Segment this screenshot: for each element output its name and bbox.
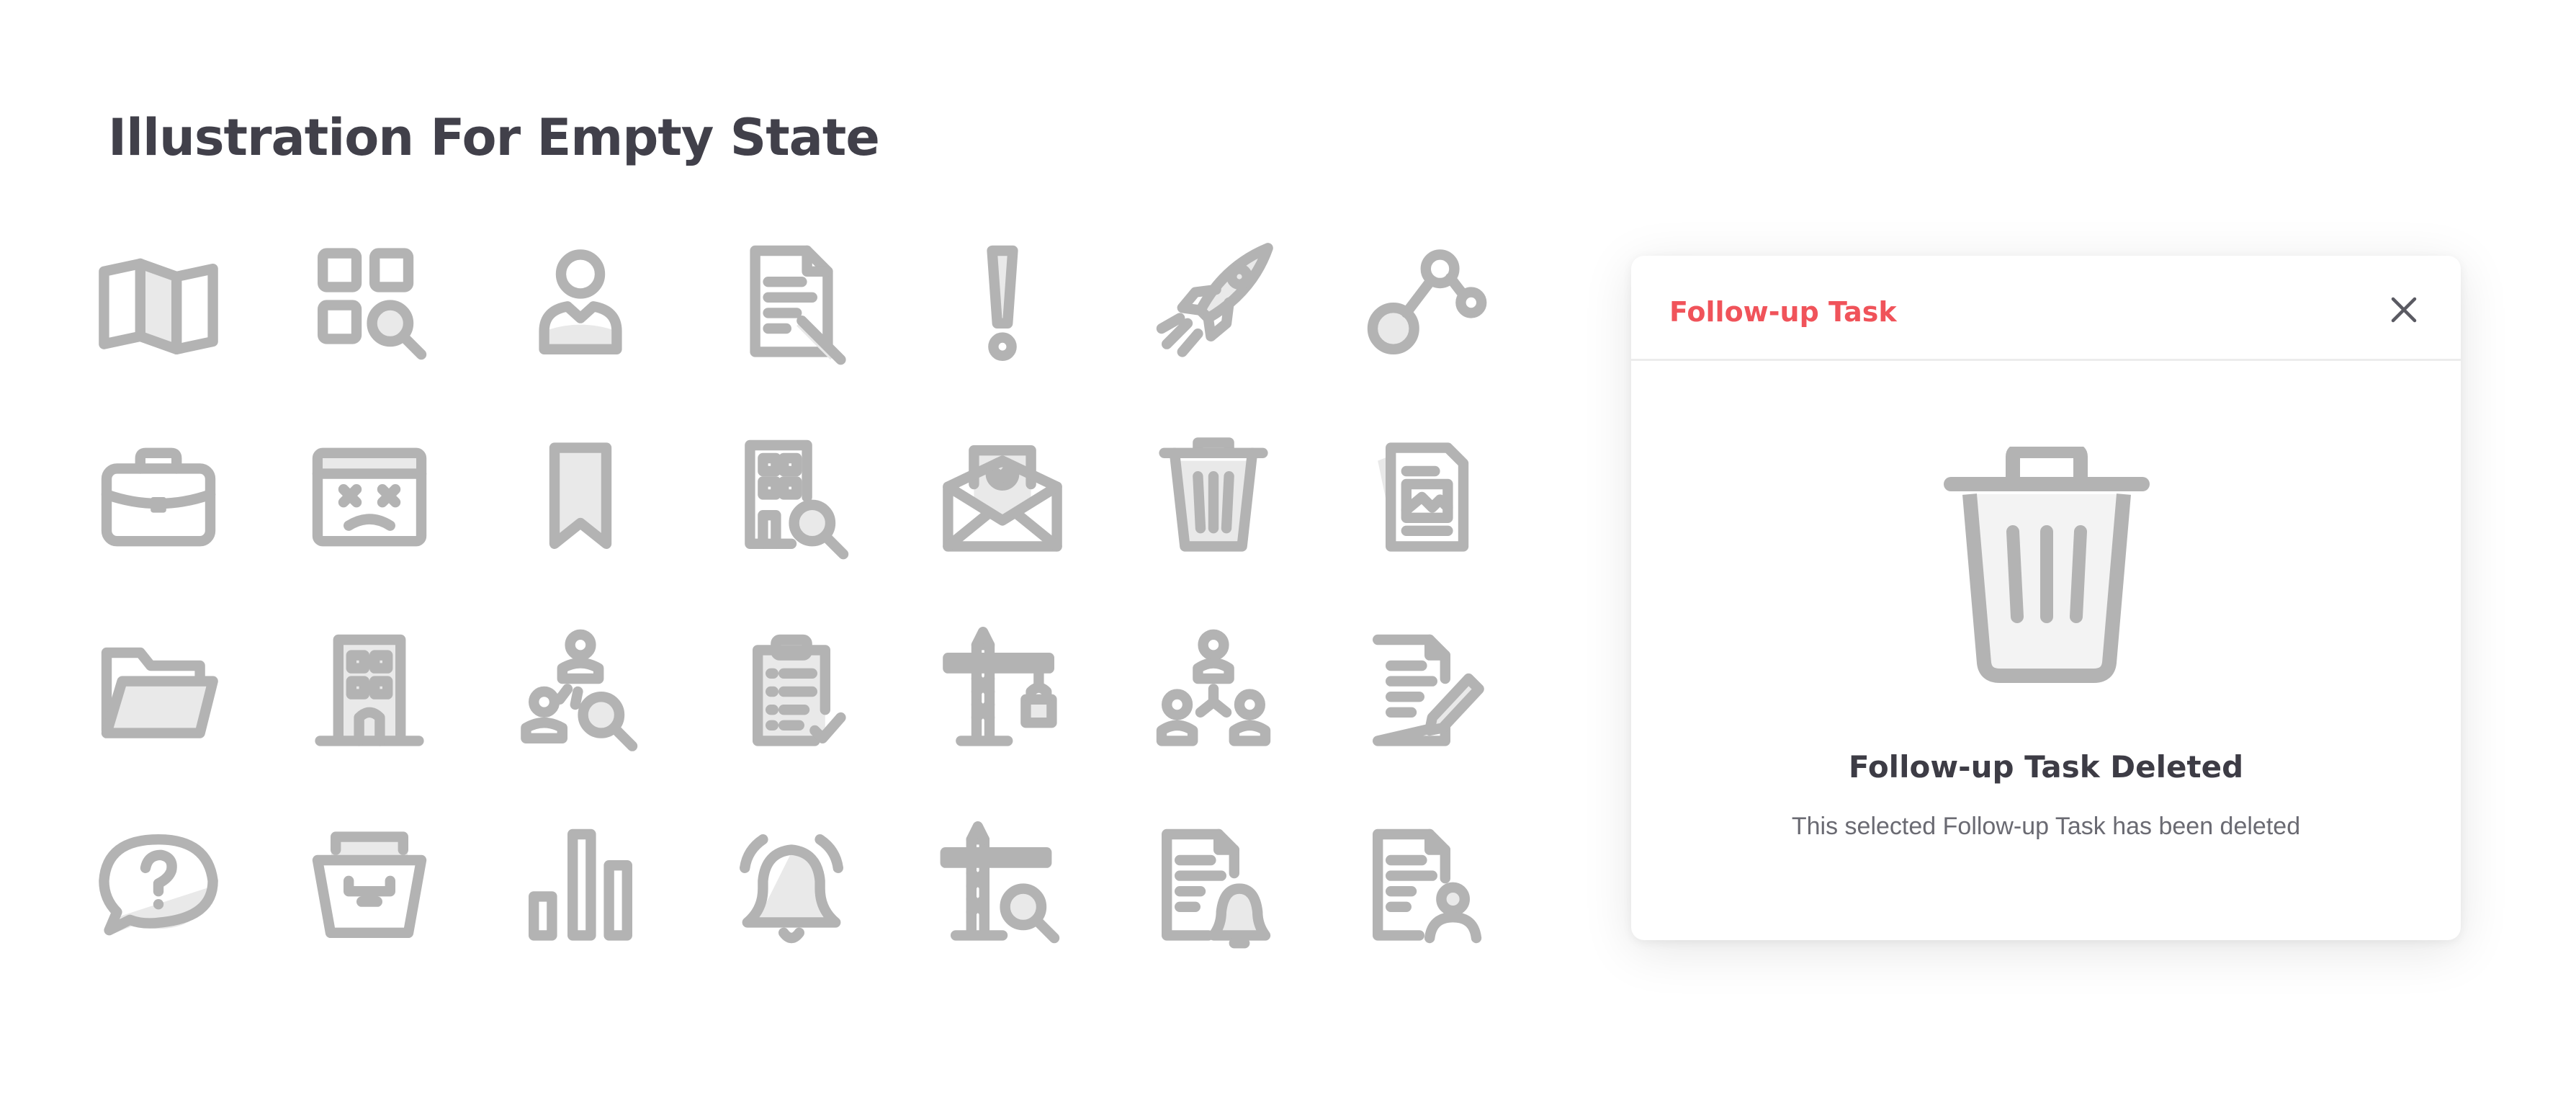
archive-box-icon <box>305 821 434 951</box>
page-title: Illustration For Empty State <box>108 108 880 167</box>
image-document-icon <box>1360 432 1489 562</box>
close-button[interactable] <box>2387 293 2420 326</box>
bell-icon <box>727 821 856 951</box>
map-icon <box>94 238 223 367</box>
document-edit-icon <box>727 238 856 367</box>
building-icon <box>305 627 434 756</box>
document-pencil-icon <box>1360 627 1489 756</box>
rocket-icon <box>1149 238 1278 367</box>
document-bell-icon <box>1149 821 1278 951</box>
bookmark-icon <box>516 432 645 562</box>
grid-search-icon <box>305 238 434 367</box>
trash-illustration-icon <box>1942 447 2151 684</box>
briefcase-icon <box>94 432 223 562</box>
browser-error-icon <box>305 432 434 562</box>
icon-grid <box>94 238 1571 1016</box>
team-search-icon <box>516 627 645 756</box>
user-icon <box>516 238 645 367</box>
dialog-title: Follow-up Task <box>1669 296 1897 328</box>
close-icon <box>2391 297 2417 323</box>
dialog-heading: Follow-up Task Deleted <box>1848 749 2244 785</box>
dialog-message: This selected Follow-up Task has been de… <box>1791 813 2301 840</box>
exclamation-icon <box>938 238 1067 367</box>
bar-chart-icon <box>516 821 645 951</box>
chat-question-icon <box>94 821 223 951</box>
building-search-icon <box>727 432 856 562</box>
document-user-icon <box>1360 821 1489 951</box>
org-chart-icon <box>1149 627 1278 756</box>
follow-up-task-dialog: Follow-up Task Follow-up Task Deleted Th… <box>1631 256 2461 940</box>
crane-lock-icon <box>938 627 1067 756</box>
crane-search-icon <box>938 821 1067 951</box>
folder-open-icon <box>94 627 223 756</box>
email-check-icon <box>938 432 1067 562</box>
dialog-header: Follow-up Task <box>1631 256 2461 361</box>
trash-icon <box>1149 432 1278 562</box>
clipboard-check-icon <box>727 627 856 756</box>
share-nodes-icon <box>1360 238 1489 367</box>
